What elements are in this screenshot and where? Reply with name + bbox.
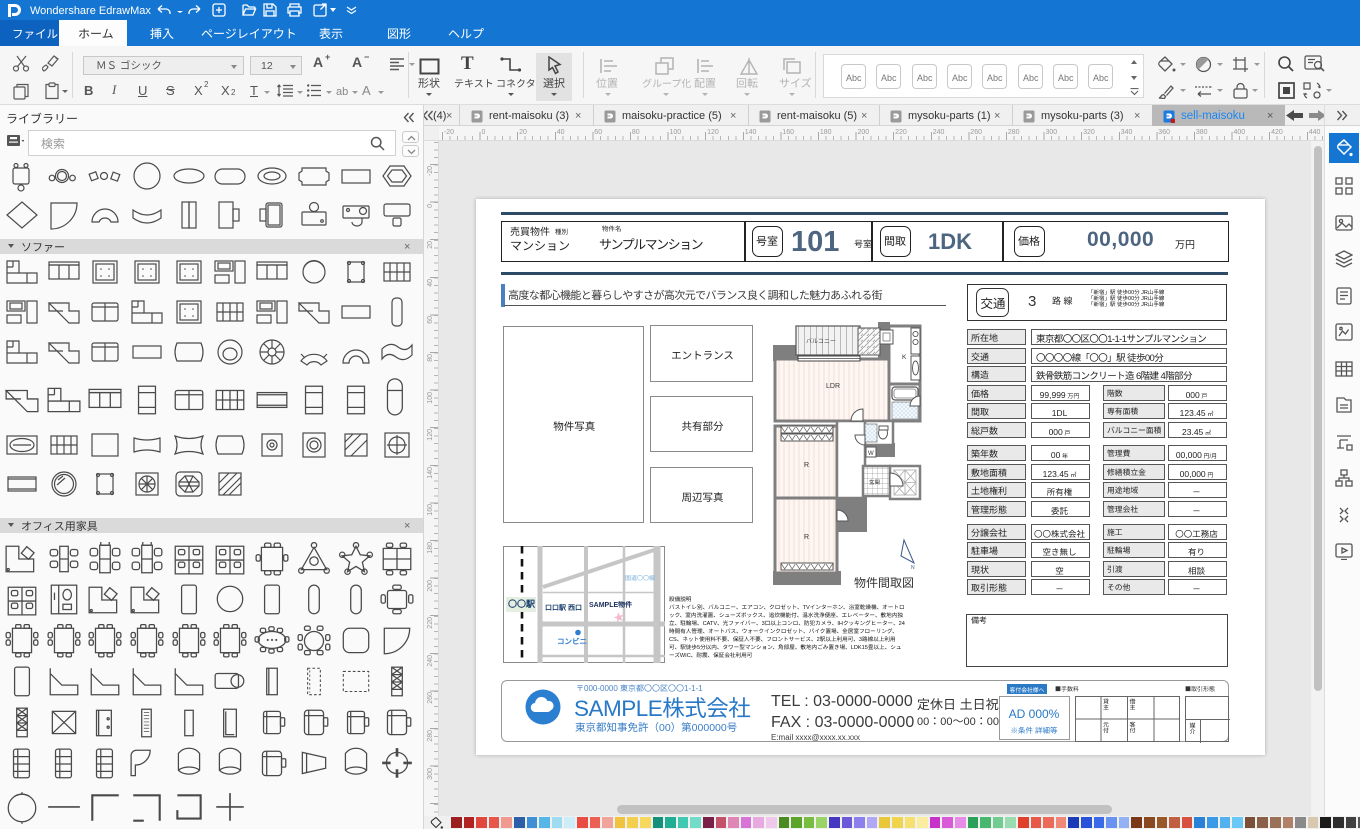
svg-text:K: K [902,351,907,361]
svg-text:N: N [911,564,915,571]
svg-text:R: R [804,532,809,542]
svg-text:W: W [868,448,874,457]
svg-text:R: R [804,460,809,470]
svg-text:LDR: LDR [826,381,840,391]
svg-text:バルコニー: バルコニー [806,336,836,345]
svg-text:玄関: 玄関 [869,478,881,486]
